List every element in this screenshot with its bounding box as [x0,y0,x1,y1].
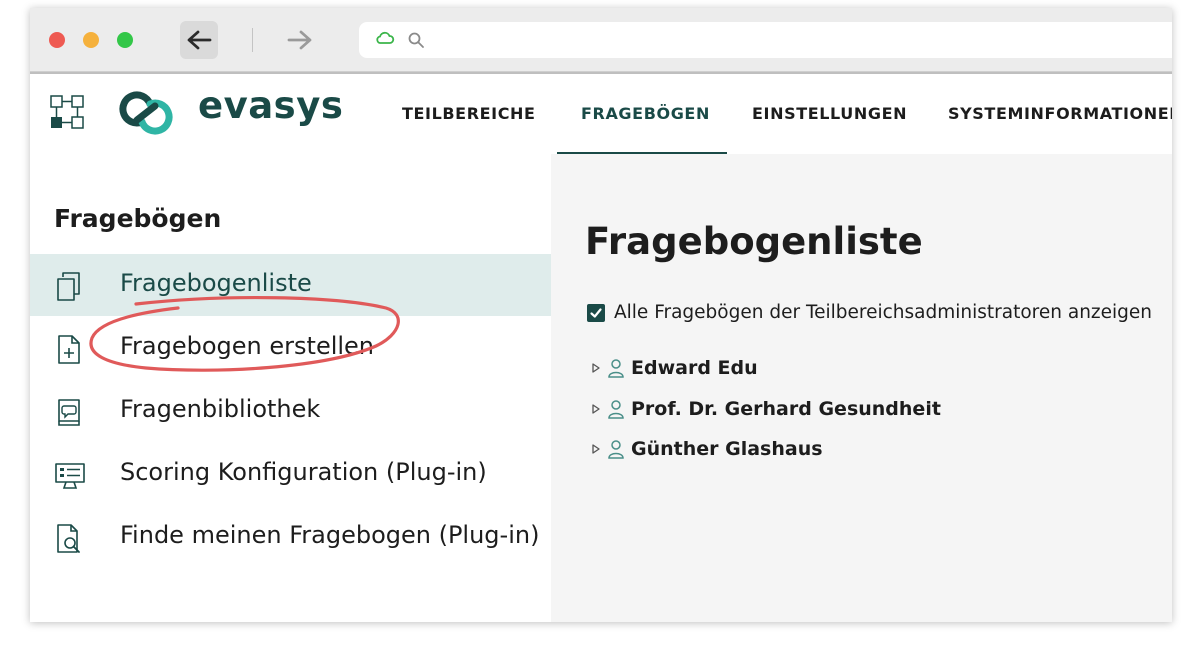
page-title: Fragebogenliste [585,220,923,263]
sidebar-item-label: Finde meinen Fragebogen (Plug-in) [120,521,540,549]
tab-einstellungen[interactable]: EINSTELLUNGEN [752,104,907,123]
checkbox-label: Alle Fragebögen der Teilbereichsadminist… [614,302,1153,323]
sidebar-item-scoring-konfiguration[interactable]: Scoring Konfiguration (Plug-in) [30,443,551,505]
tree-item-name: Edward Edu [631,357,758,379]
sidebar-item-label: Fragebogenliste [120,269,312,297]
file-search-icon [57,524,80,553]
tab-frageboegen[interactable]: FRAGEBÖGEN [581,104,710,123]
tree-item-name: Prof. Dr. Gerhard Gesundheit [631,398,941,420]
sidebar-item-finde-meinen-fragebogen[interactable]: Finde meinen Fragebogen (Plug-in) [30,506,551,568]
sidebar-item-label: Fragenbibliothek [120,395,321,423]
tab-systeminformationen[interactable]: SYSTEMINFORMATIONEN [948,104,1172,123]
sidebar-title: Fragebögen [54,204,222,233]
expand-arrow-icon[interactable] [591,443,601,455]
sidebar-item-fragenbibliothek[interactable]: Fragenbibliothek [30,380,551,442]
file-plus-icon [58,335,80,364]
sidebar-item-fragebogen-erstellen[interactable]: Fragebogen erstellen [30,317,551,379]
sidebar-item-label: Fragebogen erstellen [120,332,375,360]
show-subadmin-forms-checkbox[interactable]: Alle Fragebögen der Teilbereichsadminist… [587,302,1152,323]
book-comment-icon [58,399,80,426]
back-button[interactable] [180,21,218,59]
monitor-list-icon [55,463,85,489]
arrow-right-icon [287,30,312,50]
browser-toolbar [30,8,1172,72]
search-icon [408,32,424,48]
toolbar-divider [252,28,253,52]
close-window-button[interactable] [49,32,65,48]
copy-icon [57,272,80,301]
maximize-window-button[interactable] [117,32,133,48]
user-icon [608,359,624,378]
sidebar: Fragebögen Fragebogenliste Fragebogen er… [30,154,551,622]
arrow-left-icon [187,30,212,50]
user-icon [608,440,624,459]
tab-teilbereiche[interactable]: TEILBEREICHE [402,104,536,123]
app-header: evasys TEILBEREICHE FRAGEBÖGEN EINSTELLU… [30,72,1172,156]
tree-item-name: Günther Glashaus [631,438,823,460]
checkmark-icon [590,307,602,318]
user-icon [608,400,624,419]
sidebar-item-fragebogenliste[interactable]: Fragebogenliste [30,254,551,316]
minimize-window-button[interactable] [83,32,99,48]
expand-arrow-icon[interactable] [591,403,601,415]
evasys-logo-icon [119,91,173,135]
app-switcher-icon[interactable] [49,94,85,130]
tree-item[interactable]: Prof. Dr. Gerhard Gesundheit [591,398,941,420]
address-bar[interactable] [359,22,1172,58]
sidebar-item-label: Scoring Konfiguration (Plug-in) [120,458,487,486]
brand-name: evasys [198,84,344,127]
forward-button[interactable] [281,21,319,59]
checkbox-checked[interactable] [587,303,605,322]
tree-item[interactable]: Edward Edu [591,357,758,379]
main-content: Fragebogenliste Alle Fragebögen der Teil… [551,154,1172,622]
cloud-icon [376,31,395,44]
expand-arrow-icon[interactable] [591,362,601,374]
tree-item[interactable]: Günther Glashaus [591,438,823,460]
browser-window: evasys TEILBEREICHE FRAGEBÖGEN EINSTELLU… [30,8,1172,622]
